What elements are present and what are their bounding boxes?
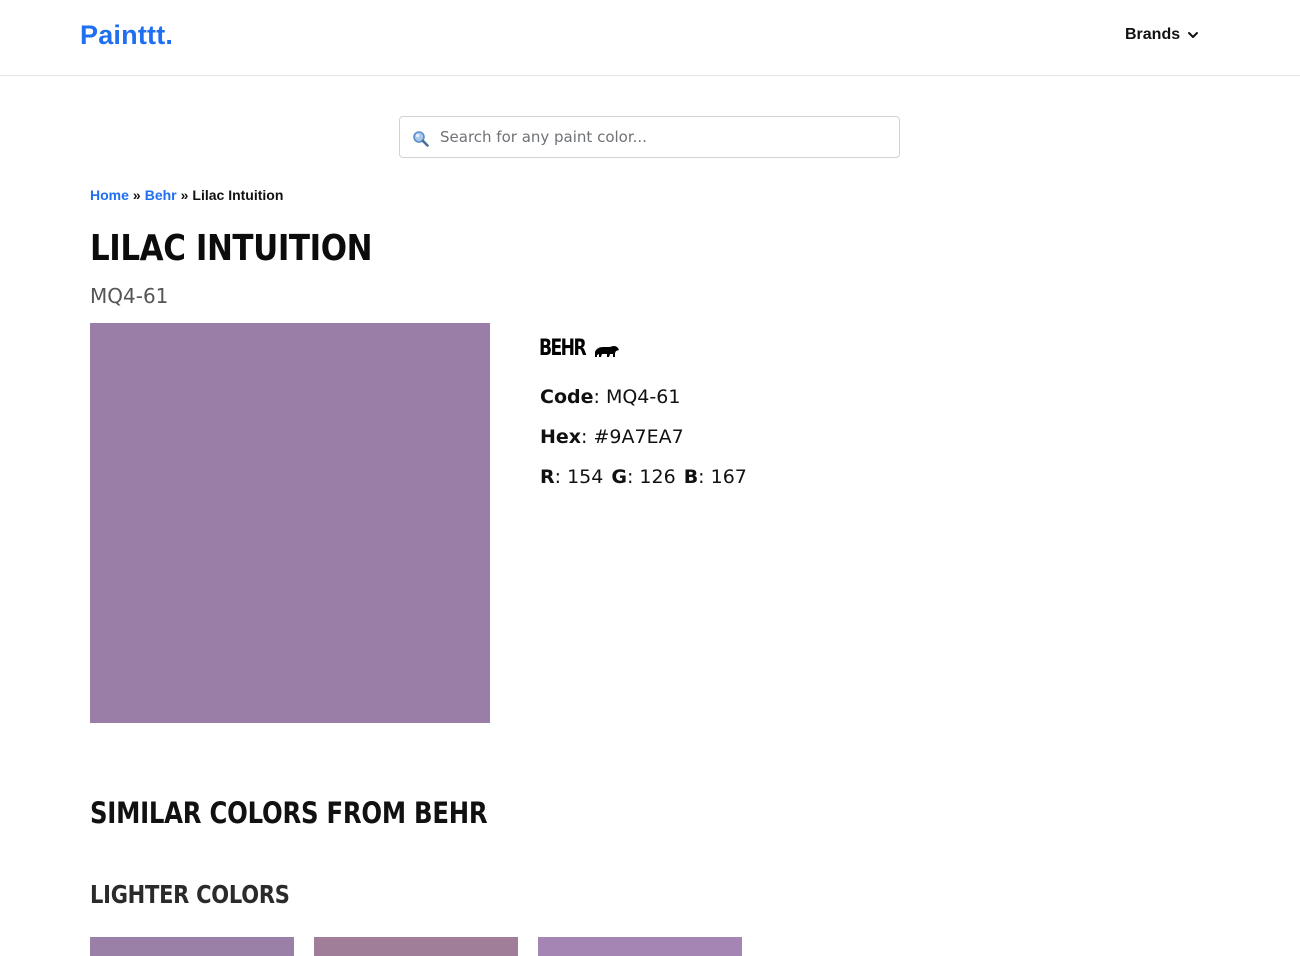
spec-code-line: Code: MQ4-61: [540, 386, 680, 408]
breadcrumb-separator: »: [132, 187, 141, 203]
bear-icon: [595, 346, 619, 357]
breadcrumb-separator: »: [180, 187, 189, 203]
similar-colors-heading: SIMILAR COLORS FROM BEHR: [90, 796, 488, 830]
lighter-color-chip[interactable]: [90, 937, 294, 956]
colon: :: [626, 466, 640, 488]
code-value: MQ4-61: [605, 386, 681, 408]
search-input[interactable]: [440, 117, 890, 157]
spec-hex-line: Hex: #9A7EA7: [540, 426, 684, 448]
colon: :: [593, 386, 606, 408]
hex-label: Hex: [540, 426, 582, 448]
b-value: 167: [710, 466, 747, 488]
lighter-color-chip[interactable]: [538, 937, 742, 956]
b-label: B: [683, 466, 699, 488]
search-icon: [413, 131, 429, 147]
top-navigation-bar: Painttt. Brands: [0, 0, 1300, 76]
brands-dropdown[interactable]: Brands: [1125, 26, 1200, 44]
behr-logo: BEHR: [539, 336, 621, 362]
colon: :: [554, 466, 568, 488]
behr-logo-text: BEHR: [539, 336, 587, 361]
color-name-title: LILAC INTUITION: [90, 228, 373, 269]
r-value: 154: [567, 466, 604, 488]
r-label: R: [540, 466, 555, 488]
colon: :: [698, 466, 711, 488]
breadcrumb-brand-link[interactable]: Behr: [145, 187, 177, 203]
g-label: G: [611, 466, 627, 488]
spec-rgb-line: R: 154 G: 126 B: 167: [540, 466, 747, 488]
lighter-colors-heading: LIGHTER COLORS: [90, 880, 290, 909]
code-label: Code: [540, 386, 594, 408]
breadcrumb-home-link[interactable]: Home: [90, 187, 129, 203]
lighter-color-chip[interactable]: [314, 937, 518, 956]
breadcrumb-current: Lilac Intuition: [192, 187, 284, 203]
brands-dropdown-label: Brands: [1125, 26, 1181, 43]
chevron-down-icon: [1188, 32, 1199, 38]
colon: :: [581, 426, 594, 448]
search-box: [399, 116, 900, 158]
color-code-subtitle: MQ4-61: [90, 284, 169, 308]
breadcrumb: Home» Behr» Lilac Intuition: [90, 187, 283, 203]
g-value: 126: [639, 466, 676, 488]
site-logo[interactable]: Painttt.: [80, 20, 173, 51]
hex-value: #9A7EA7: [593, 426, 684, 448]
color-swatch: [90, 323, 490, 723]
